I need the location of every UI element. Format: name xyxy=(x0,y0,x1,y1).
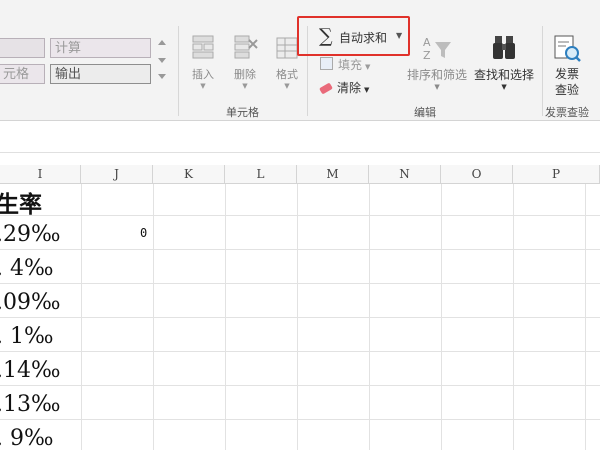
insert-cells-icon xyxy=(190,34,216,62)
column-label: N xyxy=(399,167,410,181)
delete-dropdown-icon: ▼ xyxy=(242,82,248,90)
sort-filter-button[interactable]: A Z 排序和筛选 ▼ xyxy=(407,34,467,91)
cell-style-normal[interactable] xyxy=(0,38,45,58)
gridline xyxy=(0,419,600,420)
insert-button[interactable]: 插入 ▼ xyxy=(187,34,219,90)
cell-I-row[interactable]: .29‰ xyxy=(0,222,61,247)
group-separator xyxy=(178,26,179,116)
cell-style-calc[interactable]: 计算 xyxy=(50,38,151,58)
gridline xyxy=(0,317,600,318)
divider xyxy=(0,152,600,153)
svg-text:Z: Z xyxy=(423,49,431,62)
sort-filter-icon: A Z xyxy=(420,34,454,62)
format-dropdown-icon: ▼ xyxy=(284,82,290,90)
autosum-button[interactable]: ∑ 自动求和 ▼ xyxy=(297,16,410,56)
invoice-label-1: 发票 xyxy=(554,67,579,81)
format-label: 格式 xyxy=(276,68,298,81)
insert-label: 插入 xyxy=(192,68,214,81)
sort-dropdown-icon: ▼ xyxy=(434,83,440,91)
find-dropdown-icon: ▼ xyxy=(501,83,507,91)
edit-group-label: 编辑 xyxy=(414,106,436,119)
gridline xyxy=(0,351,600,352)
sigma-icon: ∑ xyxy=(319,25,333,47)
cell-style-linked[interactable]: 元格 xyxy=(0,64,45,84)
fill-dropdown-icon: ▼ xyxy=(365,63,371,71)
gridline xyxy=(0,385,600,386)
gridline xyxy=(0,283,600,284)
column-header-P[interactable]: P xyxy=(513,165,600,184)
insert-dropdown-icon: ▼ xyxy=(200,82,206,90)
fill-label: 填充 xyxy=(338,58,363,72)
find-select-button[interactable]: 查找和选择 ▼ xyxy=(474,34,534,91)
column-label: L xyxy=(256,167,265,181)
find-select-label: 查找和选择 xyxy=(474,68,535,82)
cell-I-row[interactable]: .13‰ xyxy=(0,392,61,417)
fill-button[interactable]: 填充 ▼ xyxy=(320,56,370,73)
svg-text:A: A xyxy=(423,36,431,49)
invoice-search-icon xyxy=(552,34,582,64)
group-separator xyxy=(542,26,543,116)
column-header-J[interactable]: J xyxy=(81,165,153,184)
delete-button[interactable]: 删除 ▼ xyxy=(229,34,261,90)
invoice-group-label: 发票查验 xyxy=(545,106,589,119)
cell-I-row[interactable]: .09‰ xyxy=(0,290,61,315)
invoice-label-2: 查验 xyxy=(554,83,579,97)
column-label: M xyxy=(326,167,339,181)
cell-J-value[interactable]: 0 xyxy=(140,226,147,240)
delete-cells-icon xyxy=(232,34,258,62)
invoice-check-button[interactable]: 发票 查验 xyxy=(552,34,582,98)
column-header-M[interactable]: M xyxy=(297,165,369,184)
column-header-I[interactable]: I xyxy=(0,165,81,184)
clear-button[interactable]: 清除 ▼ xyxy=(319,79,370,96)
column-header-K[interactable]: K xyxy=(153,165,225,184)
column-header-N[interactable]: N xyxy=(369,165,441,184)
cell-I-header[interactable]: 生率 xyxy=(0,185,42,219)
column-header-O[interactable]: O xyxy=(441,165,513,184)
cell-I-row[interactable]: . 4‰ xyxy=(0,256,54,281)
cell-I-row[interactable]: .14‰ xyxy=(0,358,61,383)
binoculars-icon xyxy=(489,34,519,62)
autosum-dropdown-icon[interactable]: ▼ xyxy=(396,31,402,40)
column-label: K xyxy=(184,167,193,181)
gridline xyxy=(0,249,600,250)
clear-dropdown-icon: ▼ xyxy=(364,86,370,94)
column-label: P xyxy=(551,167,561,181)
formula-bar-area[interactable] xyxy=(0,121,600,165)
delete-label: 删除 xyxy=(234,68,256,81)
style-gallery-scroll[interactable] xyxy=(156,34,168,84)
gridline xyxy=(0,215,600,216)
column-header-L[interactable]: L xyxy=(225,165,297,184)
cell-I-row[interactable]: . 1‰ xyxy=(0,324,54,349)
cell-I-row[interactable]: . 9‰ xyxy=(0,426,54,451)
sort-filter-label: 排序和筛选 xyxy=(407,68,468,82)
autosum-label: 自动求和 xyxy=(339,31,388,45)
cell-style-output[interactable]: 输出 xyxy=(50,64,151,84)
cells-group-label: 单元格 xyxy=(226,106,259,119)
clear-label: 清除 xyxy=(337,81,362,95)
column-label: J xyxy=(114,167,119,181)
column-label: O xyxy=(471,167,482,181)
fill-down-icon xyxy=(320,57,333,70)
ribbon: 计算 元格 输出 插入 ▼ 删除 ▼ 格式 ▼ 单元格 ∑ 自动求和 ▼ 填充 … xyxy=(0,0,600,121)
eraser-icon xyxy=(319,82,333,95)
column-label: I xyxy=(37,167,43,181)
